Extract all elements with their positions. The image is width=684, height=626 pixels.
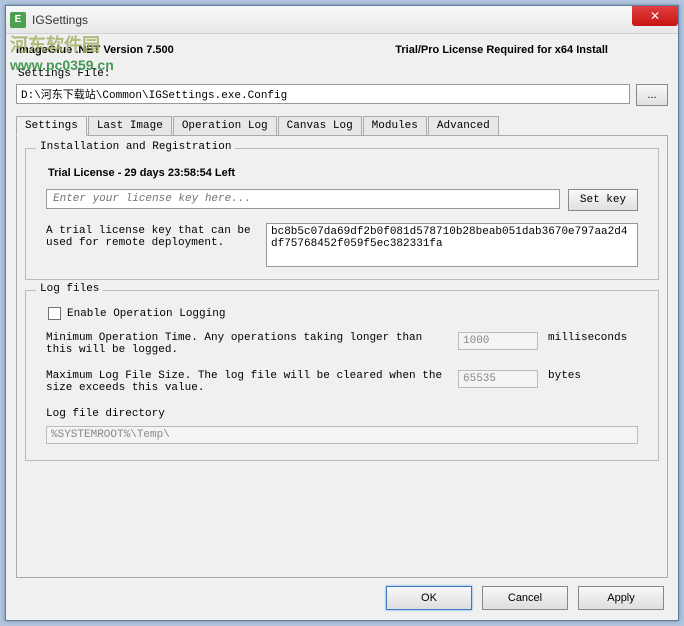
max-size-desc: Maximum Log File Size. The log file will…: [46, 370, 448, 394]
min-time-row: Minimum Operation Time. Any operations t…: [46, 332, 638, 356]
apply-button[interactable]: Apply: [578, 586, 664, 610]
settings-file-row: ...: [16, 84, 668, 106]
logfiles-group-title: Log files: [36, 283, 103, 295]
main-window: E IGSettings ✕ 河东软件园 www.pc0359.cn Image…: [5, 5, 679, 621]
tab-settings[interactable]: Settings: [16, 116, 87, 136]
trial-desc-row: A trial license key that can be used for…: [46, 223, 638, 267]
set-key-button[interactable]: Set key: [568, 189, 638, 211]
app-icon: E: [10, 12, 26, 28]
installation-group: Installation and Registration Trial Lice…: [25, 148, 659, 280]
window-title: IGSettings: [32, 13, 88, 27]
trial-notice: Trial/Pro License Required for x64 Insta…: [395, 44, 608, 56]
tab-canvas-log[interactable]: Canvas Log: [278, 116, 362, 135]
min-time-desc: Minimum Operation Time. Any operations t…: [46, 332, 448, 356]
close-icon: ✕: [650, 9, 660, 23]
trial-key-display[interactable]: bc8b5c07da69df2b0f081d578710b28beab051da…: [266, 223, 638, 267]
license-input-row: Set key: [46, 189, 638, 211]
log-dir-input[interactable]: [46, 426, 638, 444]
trial-license-status: Trial License - 29 days 23:58:54 Left: [48, 167, 646, 179]
max-size-input[interactable]: [458, 370, 538, 388]
enable-logging-checkbox[interactable]: [48, 307, 61, 320]
dialog-buttons: OK Cancel Apply: [16, 578, 668, 610]
license-key-input[interactable]: [46, 189, 560, 209]
cancel-button[interactable]: Cancel: [482, 586, 568, 610]
max-size-row: Maximum Log File Size. The log file will…: [46, 370, 638, 394]
tab-advanced[interactable]: Advanced: [428, 116, 499, 135]
titlebar[interactable]: E IGSettings ✕: [6, 6, 678, 34]
app-icon-letter: E: [15, 14, 22, 25]
trial-desc-text: A trial license key that can be used for…: [46, 223, 256, 267]
tab-strip: Settings Last Image Operation Log Canvas…: [16, 116, 668, 136]
logfiles-group: Log files Enable Operation Logging Minim…: [25, 290, 659, 461]
ok-button[interactable]: OK: [386, 586, 472, 610]
settings-file-label: Settings File:: [16, 66, 668, 84]
header-row: ImageGlue .NET Version 7.500 Trial/Pro L…: [16, 40, 668, 66]
enable-logging-label: Enable Operation Logging: [67, 308, 225, 320]
version-label: ImageGlue .NET Version 7.500: [16, 44, 174, 56]
settings-file-input[interactable]: [16, 84, 630, 104]
tab-content: Installation and Registration Trial Lice…: [16, 136, 668, 578]
browse-button[interactable]: ...: [636, 84, 668, 106]
installation-group-title: Installation and Registration: [36, 141, 235, 153]
tab-operation-log[interactable]: Operation Log: [173, 116, 277, 135]
min-time-input[interactable]: [458, 332, 538, 350]
enable-logging-row: Enable Operation Logging: [48, 307, 646, 320]
tab-last-image[interactable]: Last Image: [88, 116, 172, 135]
max-size-unit: bytes: [548, 370, 638, 382]
min-time-unit: milliseconds: [548, 332, 638, 344]
log-dir-label: Log file directory: [46, 408, 638, 420]
close-button[interactable]: ✕: [632, 6, 678, 26]
content-area: ImageGlue .NET Version 7.500 Trial/Pro L…: [6, 34, 678, 620]
tab-modules[interactable]: Modules: [363, 116, 427, 135]
